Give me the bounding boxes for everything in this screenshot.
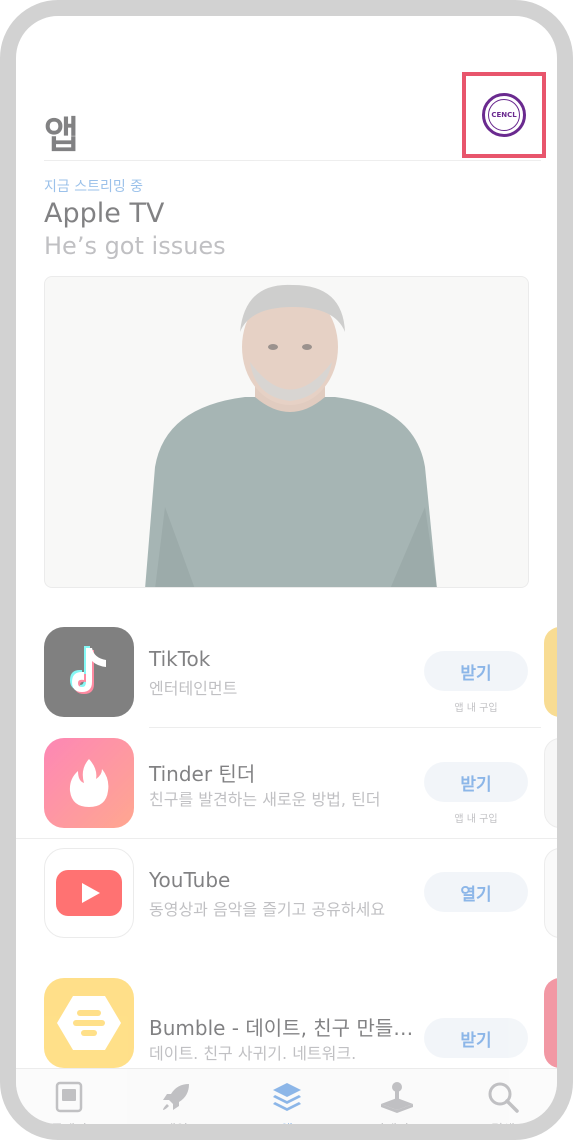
tab-label: 앱	[281, 1123, 293, 1138]
next-column-peek-icon[interactable]	[544, 848, 557, 938]
get-button[interactable]: 받기	[424, 762, 528, 802]
get-button[interactable]: 받기	[424, 651, 528, 691]
profile-highlight[interactable]: CENCL	[462, 72, 546, 158]
tab-today[interactable]: 투데이	[24, 1079, 114, 1138]
featured-banner-image[interactable]	[44, 276, 529, 588]
tiktok-icon[interactable]	[44, 627, 134, 717]
search-icon	[458, 1079, 548, 1115]
tab-label: 투데이	[51, 1123, 87, 1138]
apps-stack-icon	[242, 1079, 332, 1115]
app-store-screen: CENCL 앱 지금 스트리밍 중 Apple TV He’s got issu…	[16, 16, 557, 1124]
featured-title[interactable]: Apple TV	[44, 198, 164, 229]
open-button[interactable]: 열기	[424, 872, 528, 912]
next-column-peek-icon[interactable]	[544, 978, 557, 1068]
avatar-seal-logo: CENCL	[488, 99, 520, 131]
tab-label: 검색	[491, 1123, 515, 1138]
rocket-icon	[131, 1079, 221, 1115]
next-column-peek-icon[interactable]	[544, 627, 557, 717]
app-name: YouTube	[149, 868, 231, 892]
tab-games[interactable]: 게임	[131, 1079, 221, 1138]
device-frame: CENCL 앱 지금 스트리밍 중 Apple TV He’s got issu…	[0, 0, 573, 1140]
bumble-icon[interactable]	[44, 978, 134, 1068]
app-category: 동영상과 음악을 즐기고 공유하세요	[149, 900, 386, 919]
featured-description: He’s got issues	[44, 232, 226, 260]
next-column-peek-icon[interactable]	[544, 738, 557, 828]
app-name: TikTok	[149, 647, 211, 671]
app-row-tiktok[interactable]: TikTok 엔터테인먼트 받기 앱 내 구입	[44, 627, 529, 719]
tab-arcade[interactable]: 아케이드	[352, 1079, 442, 1138]
app-row-tinder[interactable]: Tinder 틴더 친구를 발견하는 새로운 방법, 틴더 받기 앱 내 구입	[44, 738, 529, 830]
page-title: 앱	[44, 113, 79, 157]
app-name: Bumble - 데이트, 친구 만들…	[149, 1016, 414, 1040]
header-divider	[44, 160, 541, 161]
app-category: 친구를 발견하는 새로운 방법, 틴더	[149, 790, 381, 809]
app-row-bumble[interactable]: Bumble - 데이트, 친구 만들… 데이트. 친구 사귀기. 네트워크. …	[44, 978, 529, 1070]
in-app-purchase-note: 앱 내 구입	[454, 814, 498, 825]
featured-subtitle: 지금 스트리밍 중	[44, 179, 144, 195]
get-button[interactable]: 받기	[424, 1018, 528, 1058]
tab-label: 아케이드	[373, 1123, 421, 1138]
app-category: 엔터테인먼트	[149, 679, 238, 698]
account-avatar[interactable]: CENCL	[482, 93, 526, 137]
app-row-youtube[interactable]: YouTube 동영상과 음악을 즐기고 공유하세요 열기	[44, 848, 529, 940]
section-divider	[16, 838, 557, 839]
tab-apps[interactable]: 앱	[242, 1079, 332, 1138]
tab-search[interactable]: 검색	[458, 1079, 548, 1138]
in-app-purchase-note: 앱 내 구입	[454, 703, 498, 714]
tab-bar: 투데이 게임 앱 아케이드 검색	[16, 1068, 557, 1138]
app-name: Tinder 틴더	[149, 762, 256, 786]
tinder-flame-icon[interactable]	[44, 738, 134, 828]
app-category: 데이트. 친구 사귀기. 네트워크.	[149, 1044, 357, 1063]
tab-label: 게임	[164, 1123, 188, 1138]
youtube-icon[interactable]	[44, 848, 134, 938]
row-divider	[149, 727, 541, 728]
today-icon	[24, 1079, 114, 1115]
arcade-joystick-icon	[352, 1079, 442, 1115]
